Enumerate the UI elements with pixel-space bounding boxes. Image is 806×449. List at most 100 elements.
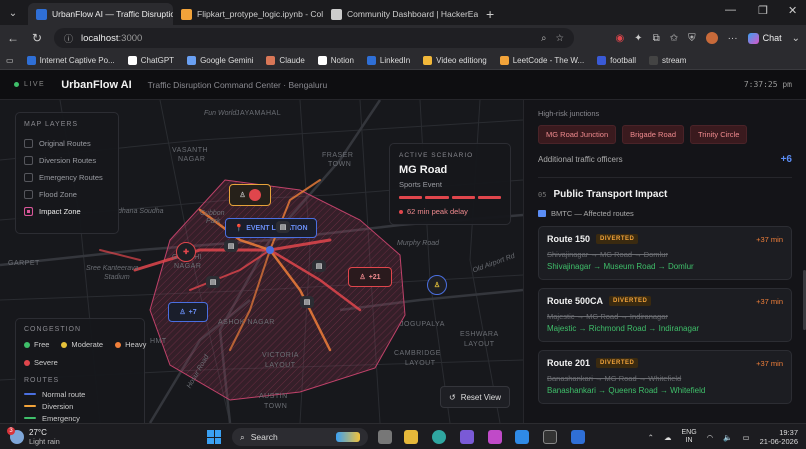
layer-label: Flood Zone — [39, 190, 77, 199]
zoom-icon[interactable]: ⌕ — [541, 33, 546, 44]
task-view-icon[interactable] — [378, 430, 392, 444]
map-label: TOWN — [328, 161, 352, 168]
vscode-icon[interactable] — [515, 430, 529, 444]
bus-stop-marker[interactable]: ▤ — [312, 260, 326, 272]
map-label: NAGAR — [178, 156, 206, 163]
new-tab-button[interactable]: + — [478, 6, 502, 25]
app-header: LIVE UrbanFlow AI Traffic Disruption Com… — [0, 70, 806, 100]
layer-diversion-routes[interactable]: Diversion Routes — [24, 152, 110, 169]
layer-label: Original Routes — [39, 139, 91, 148]
copilot-icon — [747, 32, 759, 44]
map-label: VICTORIA — [262, 352, 299, 359]
bookmark-football[interactable]: football — [597, 55, 636, 65]
reset-view-label: Reset View — [460, 392, 502, 402]
tab-urbanflow[interactable]: UrbanFlow AI — Traffic Disruption ✕ — [28, 3, 173, 25]
app-icon[interactable] — [460, 430, 474, 444]
bookmark-device[interactable]: ▭ — [6, 56, 14, 65]
police-station-marker[interactable]: ♙ — [427, 275, 447, 295]
layer-flood-zone[interactable]: Flood Zone — [24, 186, 110, 203]
checkbox[interactable] — [24, 173, 33, 182]
bookmark-claude[interactable]: Claude — [266, 55, 305, 65]
shield-icon[interactable]: ⛨ — [688, 33, 696, 44]
edge-browser-icon[interactable] — [432, 430, 446, 444]
bookmark-gemini[interactable]: Google Gemini — [187, 55, 253, 65]
bookmark-captive[interactable]: Internet Captive Po... — [26, 55, 115, 65]
taskbar-search[interactable]: ⌕ Search — [232, 428, 368, 446]
reset-view-button[interactable]: ↺ Reset View — [440, 386, 510, 408]
favorites-icon[interactable]: ✩ — [670, 33, 678, 44]
bookmark-stream[interactable]: stream — [648, 55, 686, 65]
bookmark-leetcode[interactable]: LeetCode - The W... — [499, 55, 584, 65]
tab-colab[interactable]: Flipkart_protype_logic.ipynb - Cola ✕ — [173, 3, 323, 25]
checkbox-checked[interactable] — [24, 207, 33, 216]
reload-icon[interactable]: ↻ — [30, 31, 44, 45]
weather-widget[interactable]: 3 27°C Light rain — [7, 426, 60, 446]
section-title: Public Transport Impact — [553, 189, 668, 200]
more-icon[interactable]: ··· — [728, 33, 738, 44]
copilot-chat-button[interactable]: Chat — [747, 32, 782, 44]
stadium-marker[interactable]: ♙ — [229, 184, 271, 206]
url-field[interactable]: ⓘ localhost:3000 ⌕ ☆ — [54, 28, 574, 48]
bookmark-video[interactable]: Video editiong — [423, 55, 487, 65]
officers-marker-plus-21[interactable]: ♙ +21 — [348, 267, 392, 287]
close-window-icon[interactable]: ✕ — [788, 4, 797, 17]
layer-original-routes[interactable]: Original Routes — [24, 135, 110, 152]
ambulance-marker[interactable]: ✚ — [176, 242, 196, 262]
checkbox[interactable] — [24, 190, 33, 199]
checkbox[interactable] — [24, 139, 33, 148]
checkbox[interactable] — [24, 156, 33, 165]
scenario-type: Sports Event — [399, 180, 442, 189]
route-header: Route 201 DIVERTED +37 min — [547, 358, 783, 368]
officer-icon: ♙ — [359, 274, 366, 281]
volume-icon[interactable]: 🔈 — [723, 433, 732, 442]
bookmark-star-icon[interactable]: ☆ — [555, 33, 564, 44]
site-info-icon[interactable]: ⓘ — [64, 32, 73, 45]
wifi-icon[interactable]: ◠ — [707, 433, 714, 442]
route-card[interactable]: Route 150 DIVERTED +37 min Shivajinagar … — [538, 226, 792, 280]
taskbar-date: 21-06-2026 — [759, 437, 798, 446]
language-indicator[interactable]: ENG IN — [681, 429, 696, 445]
event-location-marker[interactable]: 📍 EVENT LOCATION — [225, 218, 317, 238]
app-icon[interactable] — [543, 430, 557, 444]
battery-icon[interactable]: ▭ — [743, 433, 750, 442]
app-icon[interactable] — [488, 430, 502, 444]
layer-impact-zone[interactable]: Impact Zone — [24, 203, 110, 220]
tab-hackerearth[interactable]: Community Dashboard | HackerEa ✕ — [323, 3, 478, 25]
route-card[interactable]: Route 201 DIVERTED +37 min Banashankari … — [538, 350, 792, 404]
extension-record-icon[interactable]: ◉ — [615, 33, 624, 44]
chevron-down-icon[interactable]: ⌄ — [792, 33, 800, 44]
bookmark-linkedin[interactable]: LinkedIn — [366, 55, 410, 65]
legend-line — [24, 405, 36, 407]
ambulance-icon: ✚ — [183, 249, 189, 256]
extensions-icon[interactable]: ✦ — [634, 33, 642, 44]
tab-list-icon[interactable]: ⌄ — [2, 3, 24, 23]
windows-start-icon[interactable] — [207, 430, 221, 444]
map-label: HMT — [150, 338, 167, 345]
clock-date[interactable]: 19:37 21-06-2026 — [760, 428, 798, 446]
profile-avatar[interactable] — [705, 32, 718, 44]
side-panel[interactable]: High-risk junctions MG Road Junction Bri… — [523, 100, 806, 423]
bookmark-notion[interactable]: Notion — [317, 55, 354, 65]
bus-stop-marker[interactable]: ▤ — [206, 276, 220, 288]
bookmark-chatgpt[interactable]: ChatGPT — [127, 55, 174, 65]
restore-icon[interactable]: ❐ — [758, 4, 768, 17]
bus-stop-marker[interactable]: ▤ — [224, 240, 238, 252]
map-label: Stadium — [104, 274, 130, 281]
chevron-up-icon[interactable]: ⌃ — [648, 433, 654, 442]
diverted-badge: DIVERTED — [609, 296, 652, 306]
bmtc-header: BMTC — Affected routes — [538, 209, 792, 218]
route-card[interactable]: Route 500CA DIVERTED +37 min Majestic → … — [538, 288, 792, 342]
cloud-icon[interactable]: ☁ — [664, 433, 672, 442]
officers-row: Additional traffic officers +6 — [538, 154, 792, 178]
split-screen-icon[interactable]: ⧉ — [653, 33, 660, 44]
city-map[interactable]: Fun World JAYAMAHAL VASANTH NAGAR FRASER… — [0, 100, 523, 423]
app-icon[interactable] — [571, 430, 585, 444]
back-icon[interactable]: ← — [6, 31, 20, 45]
file-explorer-icon[interactable] — [404, 430, 418, 444]
url-host: localhost — [81, 32, 119, 44]
bus-stop-marker[interactable]: ▤ — [276, 221, 290, 233]
officers-marker-plus-7[interactable]: ♙ +7 — [168, 302, 208, 322]
bus-stop-marker[interactable]: ▤ — [300, 296, 314, 308]
layer-emergency-routes[interactable]: Emergency Routes — [24, 169, 110, 186]
minimize-icon[interactable]: — — [725, 4, 736, 16]
